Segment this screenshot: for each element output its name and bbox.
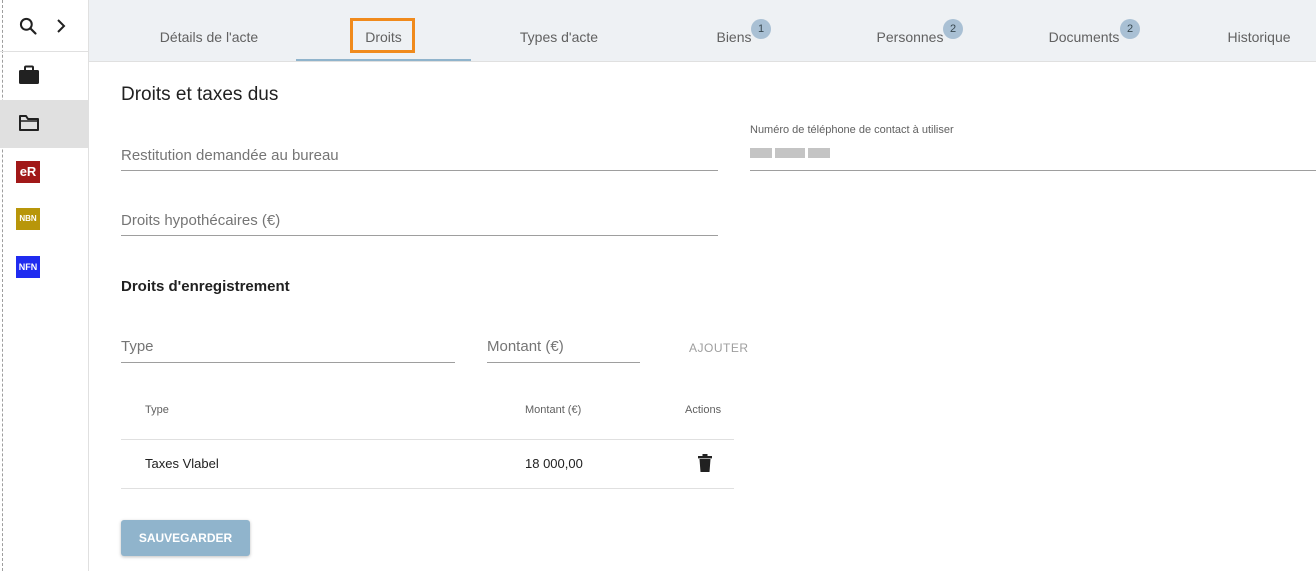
- tab-active-indicator: [296, 59, 471, 61]
- tab-personnes[interactable]: Personnes 2: [872, 0, 963, 62]
- type-placeholder: Type: [121, 338, 154, 355]
- sidebar-toolbar: [0, 0, 88, 52]
- nbn-app-badge[interactable]: NBN: [16, 208, 40, 230]
- tab-biens-count-badge: 1: [751, 19, 771, 39]
- section-title: Droits et taxes dus: [121, 84, 279, 105]
- phone-field[interactable]: Numéro de téléphone de contact à utilise…: [750, 124, 1316, 171]
- tab-documents-count-badge: 2: [1120, 19, 1140, 39]
- tab-biens[interactable]: Biens 1: [709, 0, 771, 62]
- nfn-app-badge[interactable]: NFN: [16, 256, 40, 278]
- droits-panel: Droits et taxes dus Restitution demandée…: [89, 62, 1316, 571]
- tab-documents[interactable]: Documents 2: [1044, 0, 1140, 62]
- row-type-cell: Taxes Vlabel: [145, 456, 219, 471]
- tab-biens-label: Biens: [716, 29, 752, 45]
- add-button[interactable]: AJOUTER: [689, 341, 749, 355]
- row-amount-cell: 18 000,00: [525, 456, 583, 471]
- column-header-type: Type: [145, 404, 169, 416]
- sidebar-item-briefcase[interactable]: [0, 52, 88, 100]
- sidebar-item-folder[interactable]: [0, 100, 88, 148]
- type-field[interactable]: Type: [121, 325, 455, 363]
- tab-personnes-label: Personnes: [876, 29, 944, 45]
- tab-types-acte[interactable]: Types d'acte: [469, 0, 649, 62]
- chevron-right-icon[interactable]: [54, 18, 68, 39]
- folder-icon: [18, 113, 40, 138]
- tab-bar: Détails de l'acte Droits Types d'acte Bi…: [89, 0, 1316, 62]
- phone-value-redacted: [750, 146, 834, 160]
- tab-historique[interactable]: Historique: [1219, 0, 1299, 62]
- sidebar: eR NBN NFN: [0, 0, 89, 571]
- column-header-amount: Montant (€): [525, 404, 582, 416]
- phone-field-label: Numéro de téléphone de contact à utilise…: [750, 124, 954, 136]
- er-app-badge[interactable]: eR: [16, 161, 40, 183]
- tab-focus-highlight: [350, 18, 415, 53]
- mortgage-duties-field[interactable]: Droits hypothécaires (€): [121, 199, 718, 236]
- tab-documents-label: Documents: [1048, 29, 1120, 45]
- delete-row-icon[interactable]: [698, 454, 712, 477]
- amount-field[interactable]: Montant (€): [487, 325, 640, 363]
- restitution-field[interactable]: Restitution demandée au bureau: [121, 134, 718, 171]
- registration-duties-title: Droits d'enregistrement: [121, 278, 290, 295]
- save-button[interactable]: SAUVEGARDER: [121, 520, 250, 556]
- mortgage-duties-placeholder: Droits hypothécaires (€): [121, 212, 281, 229]
- restitution-placeholder: Restitution demandée au bureau: [121, 147, 339, 164]
- table-header-divider: [121, 439, 734, 440]
- amount-placeholder: Montant (€): [487, 338, 564, 355]
- tab-personnes-count-badge: 2: [943, 19, 963, 39]
- tab-details-acte[interactable]: Détails de l'acte: [119, 0, 299, 62]
- briefcase-icon: [18, 65, 40, 90]
- table-row-divider: [121, 488, 734, 489]
- column-header-actions: Actions: [685, 404, 722, 416]
- search-icon[interactable]: [18, 16, 38, 41]
